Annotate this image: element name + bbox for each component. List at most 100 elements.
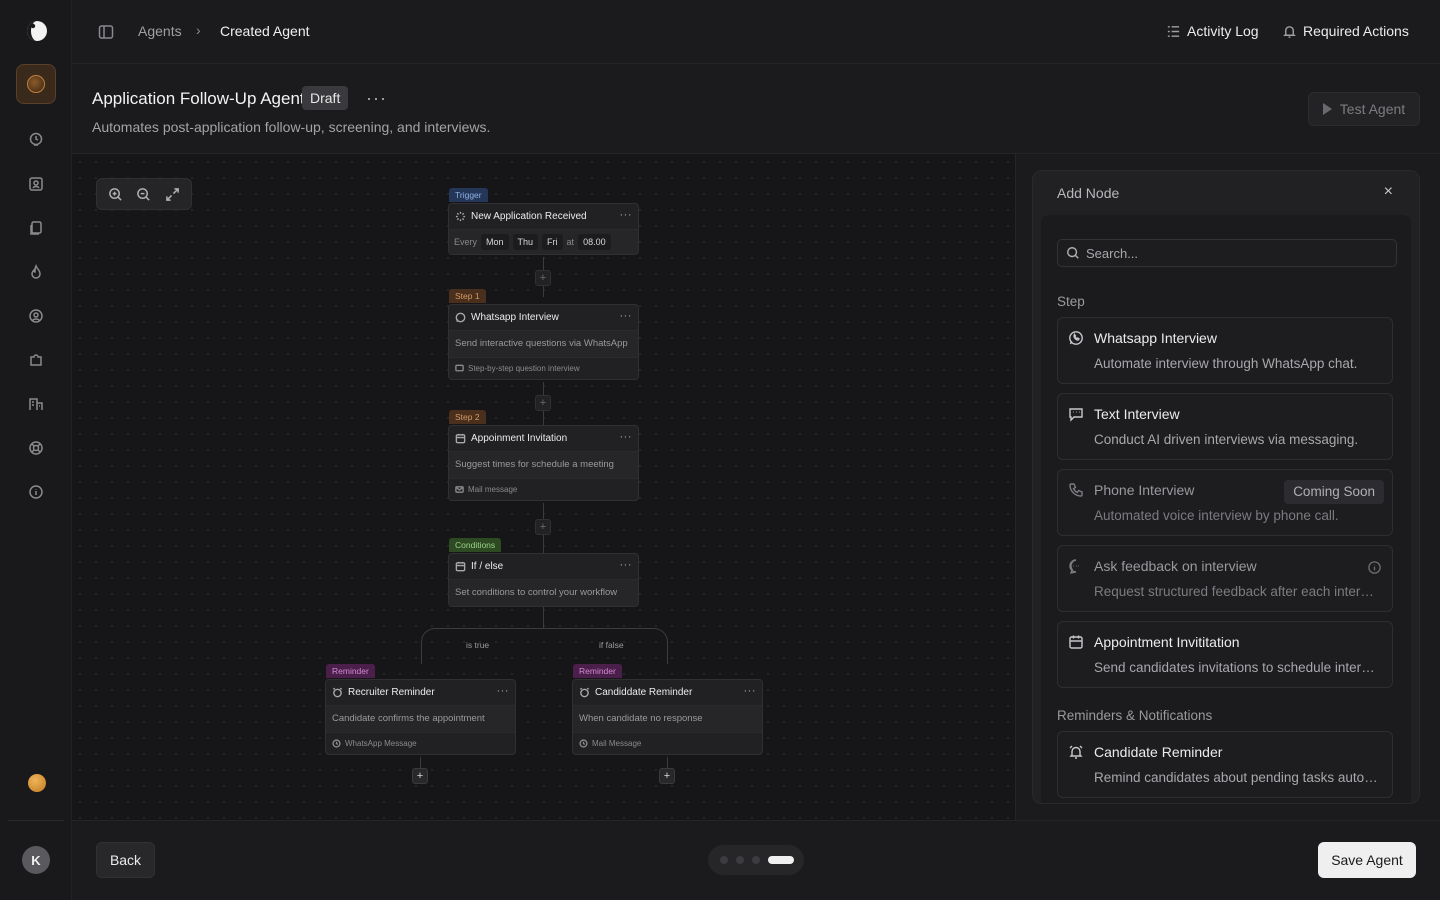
node-option-ask-feedback[interactable]: Ask feedback on interview Request struct… bbox=[1057, 545, 1393, 612]
message-icon bbox=[455, 364, 464, 372]
reminder-left-more-button[interactable]: ··· bbox=[497, 685, 510, 697]
condition-node-header: If / else ··· bbox=[449, 554, 638, 580]
sidebar-toggle-button[interactable] bbox=[98, 24, 114, 40]
bell-icon bbox=[1283, 25, 1296, 38]
step2-title: Appoinment Invitation bbox=[471, 433, 568, 444]
sidebar: K bbox=[0, 0, 72, 900]
step1-node[interactable]: Whatsapp Interview ··· Send interactive … bbox=[448, 304, 639, 380]
step1-more-button[interactable]: ··· bbox=[620, 310, 633, 322]
zoom-out-button[interactable] bbox=[135, 185, 153, 203]
step2-footer-label: Mail message bbox=[468, 485, 518, 494]
sidebar-item-candidates[interactable] bbox=[26, 174, 46, 194]
node-option-whatsapp-interview[interactable]: Whatsapp Interview Automate interview th… bbox=[1057, 317, 1393, 384]
node-option-desc: Automated voice interview by phone call. bbox=[1094, 508, 1339, 523]
trigger-node[interactable]: New Application Received ··· Every Mon T… bbox=[448, 203, 639, 255]
required-actions-button[interactable]: Required Actions bbox=[1282, 23, 1409, 39]
flame-icon bbox=[31, 264, 41, 279]
add-step-button[interactable]: + bbox=[535, 395, 551, 411]
list-icon bbox=[1167, 25, 1180, 37]
test-agent-button[interactable]: Test Agent bbox=[1308, 92, 1420, 126]
add-step-button[interactable]: + bbox=[412, 768, 428, 784]
alarm-icon bbox=[1069, 745, 1083, 759]
step1-node-header: Whatsapp Interview ··· bbox=[449, 305, 638, 331]
pager-dot[interactable] bbox=[752, 856, 760, 864]
whatsapp-icon bbox=[455, 312, 466, 323]
back-button[interactable]: Back bbox=[96, 842, 155, 878]
agent-more-button[interactable]: ··· bbox=[366, 88, 387, 109]
step2-node[interactable]: Appoinment Invitation ··· Suggest times … bbox=[448, 425, 639, 501]
status-badge: Draft bbox=[302, 86, 349, 110]
schedule-day-mon[interactable]: Mon bbox=[481, 234, 509, 250]
add-step-button[interactable]: + bbox=[535, 519, 551, 535]
zoom-in-button[interactable] bbox=[106, 185, 124, 203]
step2-footer: Mail message bbox=[449, 478, 638, 500]
loader-icon bbox=[455, 211, 466, 222]
app-logo[interactable] bbox=[24, 18, 50, 44]
step1-footer: Step-by-step question interview bbox=[449, 357, 638, 379]
reminder-right-node[interactable]: Candiddate Reminder ··· When candidate n… bbox=[572, 679, 763, 755]
documents-icon bbox=[30, 221, 42, 235]
info-icon bbox=[29, 485, 43, 499]
node-option-title: Whatsapp Interview bbox=[1094, 330, 1217, 346]
lightbulb-icon bbox=[29, 132, 43, 146]
sidebar-item-agents[interactable] bbox=[16, 64, 56, 104]
sidebar-item-insights[interactable] bbox=[26, 130, 46, 150]
condition-title: If / else bbox=[471, 561, 504, 572]
node-option-candidate-reminder[interactable]: Candidate Reminder Remind candidates abo… bbox=[1057, 731, 1393, 798]
pager-dot[interactable] bbox=[720, 856, 728, 864]
sidebar-item-documents[interactable] bbox=[26, 218, 46, 238]
agent-description: Automates post-application follow-up, sc… bbox=[92, 119, 491, 135]
close-icon[interactable]: × bbox=[1384, 183, 1393, 201]
search-input[interactable] bbox=[1086, 245, 1386, 261]
search-field bbox=[1057, 239, 1397, 267]
alarm-icon bbox=[579, 687, 590, 698]
fit-view-button[interactable] bbox=[164, 185, 182, 203]
schedule-time[interactable]: 08.00 bbox=[578, 234, 611, 250]
alarm-icon bbox=[332, 687, 343, 698]
expand-icon bbox=[166, 187, 180, 201]
reminder-right-tag: Reminder bbox=[573, 664, 622, 678]
breadcrumb-agents[interactable]: Agents bbox=[138, 23, 182, 39]
condition-more-button[interactable]: ··· bbox=[620, 559, 633, 571]
add-step-button[interactable]: + bbox=[659, 768, 675, 784]
reminder-left-footer-label: WhatsApp Message bbox=[345, 739, 417, 748]
step-pager bbox=[708, 845, 804, 875]
reminder-left-node[interactable]: Recruiter Reminder ··· Candidate confirm… bbox=[325, 679, 516, 755]
step2-node-header: Appoinment Invitation ··· bbox=[449, 426, 638, 452]
sidebar-item-hot[interactable] bbox=[26, 262, 46, 282]
sidebar-item-profile[interactable] bbox=[26, 306, 46, 326]
activity-log-label: Activity Log bbox=[1187, 23, 1259, 39]
building-icon bbox=[29, 398, 43, 410]
condition-node[interactable]: If / else ··· Set conditions to control … bbox=[448, 553, 639, 607]
node-option-title: Ask feedback on interview bbox=[1094, 558, 1257, 574]
schedule-day-fri[interactable]: Fri bbox=[542, 234, 563, 250]
schedule-day-thu[interactable]: Thu bbox=[512, 234, 539, 250]
sidebar-item-support[interactable] bbox=[26, 438, 46, 458]
node-option-desc: Send candidates invitations to schedule … bbox=[1094, 660, 1378, 675]
calendar-icon bbox=[1069, 635, 1083, 649]
node-option-title: Text Interview bbox=[1094, 406, 1180, 422]
contacts-icon bbox=[29, 177, 43, 191]
info-icon[interactable] bbox=[1367, 560, 1382, 575]
zoom-in-icon bbox=[108, 187, 122, 201]
save-agent-button[interactable]: Save Agent bbox=[1318, 842, 1416, 878]
pager-dot-active[interactable] bbox=[768, 856, 794, 864]
trigger-more-button[interactable]: ··· bbox=[620, 209, 633, 221]
sidebar-item-integrations[interactable] bbox=[26, 350, 46, 370]
node-option-title: Candidate Reminder bbox=[1094, 744, 1223, 760]
pager-dot[interactable] bbox=[736, 856, 744, 864]
step1-title: Whatsapp Interview bbox=[471, 312, 559, 323]
avatar[interactable]: K bbox=[22, 846, 50, 874]
node-option-appointment-invitation[interactable]: Appointment Invititation Send candidates… bbox=[1057, 621, 1393, 688]
reminder-right-more-button[interactable]: ··· bbox=[744, 685, 757, 697]
sidebar-item-company[interactable] bbox=[26, 394, 46, 414]
reminder-left-tag: Reminder bbox=[326, 664, 375, 678]
step2-more-button[interactable]: ··· bbox=[620, 431, 633, 443]
node-option-text-interview[interactable]: Text Interview Conduct AI driven intervi… bbox=[1057, 393, 1393, 460]
activity-log-button[interactable]: Activity Log bbox=[1166, 23, 1259, 39]
add-step-button[interactable]: + bbox=[535, 270, 551, 286]
sidebar-item-info[interactable] bbox=[26, 482, 46, 502]
node-option-desc: Automate interview through WhatsApp chat… bbox=[1094, 356, 1358, 371]
credits-coin-icon[interactable] bbox=[28, 774, 46, 792]
coming-soon-badge: Coming Soon bbox=[1284, 480, 1384, 504]
